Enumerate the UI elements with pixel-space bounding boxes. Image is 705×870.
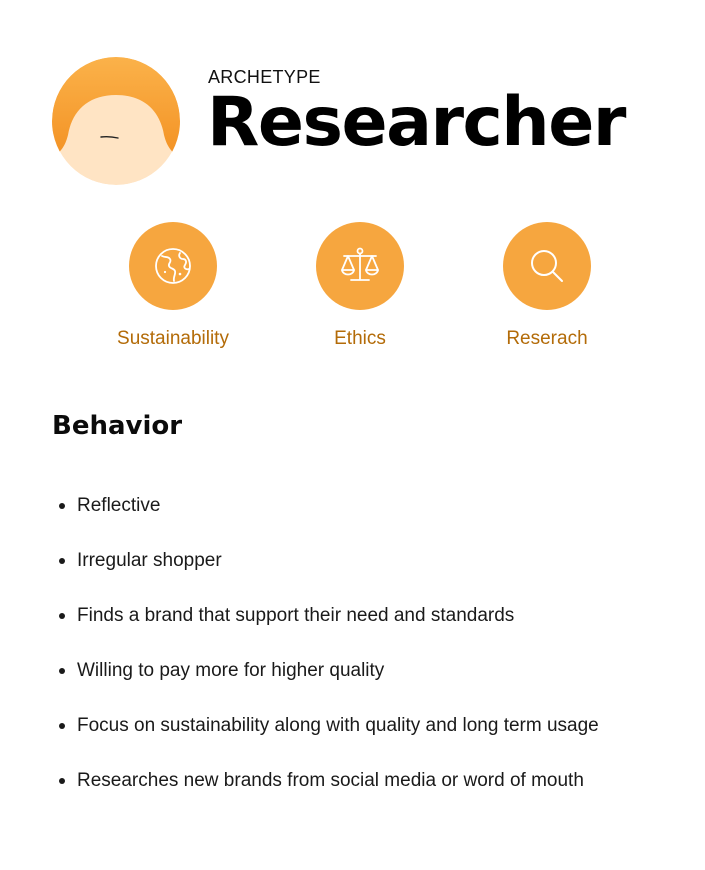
trait-sustainability: Sustainability [73,222,273,350]
list-item: Finds a brand that support their need an… [52,603,599,658]
trait-ethics: Ethics [260,222,460,350]
behavior-list: Reflective Irregular shopper Finds a bra… [52,493,599,823]
bullet [59,723,65,729]
list-item: Willing to pay more for higher quality [52,658,599,713]
list-item: Irregular shopper [52,548,599,603]
bullet [59,778,65,784]
list-item-text: Focus on sustainability along with quali… [77,715,599,736]
bullet [59,613,65,619]
behavior-heading: Behavior [52,411,183,441]
search-icon [531,250,563,282]
list-item-text: Irregular shopper [77,550,222,571]
bullet [59,503,65,509]
trait-circle [316,222,404,310]
scales-icon [341,247,379,281]
trait-circle [129,222,217,310]
list-item-text: Researches new brands from social media … [77,770,584,791]
list-item: Researches new brands from social media … [52,768,599,823]
list-item-text: Finds a brand that support their need an… [77,605,515,626]
bullet [59,668,65,674]
list-item: Focus on sustainability along with quali… [52,713,599,768]
trait-label: Ethics [334,328,386,349]
trait-label: Sustainability [117,328,229,349]
list-item-text: Reflective [77,495,161,516]
trait-research: Reserach [447,222,647,350]
person-avatar-icon [52,57,180,185]
trait-circle [503,222,591,310]
bullet [59,558,65,564]
page-title: Researcher [207,83,626,162]
globe-icon [155,248,191,284]
list-item: Reflective [52,493,599,548]
trait-label: Reserach [506,328,588,349]
avatar [52,57,180,185]
list-item-text: Willing to pay more for higher quality [77,660,385,681]
